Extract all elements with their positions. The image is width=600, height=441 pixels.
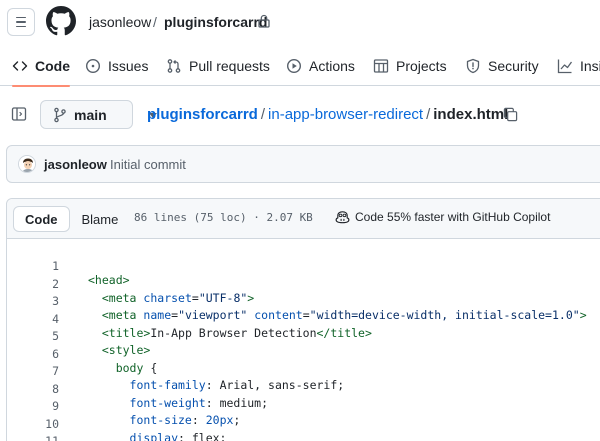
side-panel-icon[interactable] xyxy=(11,106,27,122)
avatar-image-icon xyxy=(19,156,35,172)
breadcrumb-repo-link[interactable]: pluginsforcarrd xyxy=(147,106,258,123)
menu-bar xyxy=(16,21,26,23)
shield-icon xyxy=(466,58,480,74)
file-stats: 86 lines (75 loc) · 2.07 KB xyxy=(134,211,313,224)
issue-icon xyxy=(85,58,101,74)
branch-selector-button[interactable]: main xyxy=(40,100,157,129)
hamburger-menu-button[interactable] xyxy=(7,8,35,36)
menu-bar xyxy=(16,25,26,28)
code-line: 7 font-family: Arial, sans-serif; xyxy=(7,350,600,392)
latest-commit-box: jasonleow Initial commit xyxy=(6,145,600,183)
avatar[interactable] xyxy=(18,155,36,173)
code-icon xyxy=(12,61,28,71)
tab-projects[interactable]: Projects xyxy=(373,46,447,86)
code-line: 11 justify-content: center; xyxy=(7,420,600,441)
code-view-button[interactable]: Code xyxy=(13,206,70,232)
copy-path-icon[interactable] xyxy=(503,107,518,122)
pull-request-icon xyxy=(167,59,181,73)
tab-code[interactable]: Code xyxy=(12,46,70,87)
breadcrumb-separator: / xyxy=(426,106,431,123)
table-icon xyxy=(373,59,389,73)
github-logo-icon[interactable] xyxy=(46,6,76,36)
file-viewer: Code Blame 86 lines (75 loc) · 2.07 KB C… xyxy=(6,198,600,441)
breadcrumb-folder-link[interactable]: in-app-browser-redirect xyxy=(268,106,423,123)
breadcrumb-current-file: index.html xyxy=(433,106,509,123)
copilot-icon xyxy=(335,211,350,224)
graph-icon xyxy=(557,59,573,74)
tab-label: Pull requests xyxy=(189,58,270,74)
tab-issues[interactable]: Issues xyxy=(85,46,148,86)
tab-label: Insi xyxy=(580,58,600,74)
blame-view-button[interactable]: Blame xyxy=(70,206,131,232)
code-line: 8 font-weight: medium; xyxy=(7,368,600,410)
tab-insights[interactable]: Insi xyxy=(557,46,600,86)
copilot-promo-text: Code 55% faster with GitHub Copilot xyxy=(355,210,551,224)
tab-security[interactable]: Security xyxy=(465,46,539,86)
global-header: jasonleow / pluginsforcarrd xyxy=(0,0,600,46)
code-line: 2 <meta charset="UTF-8"> xyxy=(7,263,600,305)
repo-name-link[interactable]: pluginsforcarrd xyxy=(164,14,267,30)
git-branch-icon xyxy=(54,107,66,123)
menu-bar xyxy=(16,16,26,19)
view-mode-toggle: Code Blame xyxy=(13,206,130,232)
commit-author-link[interactable]: jasonleow xyxy=(44,157,107,172)
tab-label: Security xyxy=(488,58,539,74)
code-line: 9 font-size: 20px; xyxy=(7,385,600,427)
tab-label: Issues xyxy=(108,58,149,74)
commit-message-link[interactable]: Initial commit xyxy=(110,157,186,172)
code-line: 5 <style> xyxy=(7,315,600,357)
path-separator: / xyxy=(153,14,157,30)
code-line: 10 display: flex; xyxy=(7,403,600,441)
code-line: 6 body { xyxy=(7,333,600,375)
repo-tab-bar: Code Issues Pull requests Actions Projec… xyxy=(0,46,600,87)
repo-owner-link[interactable]: jasonleow xyxy=(89,14,151,30)
line-number[interactable]: 11 xyxy=(7,434,59,441)
file-header: Code Blame 86 lines (75 loc) · 2.07 KB C… xyxy=(7,199,600,239)
tab-label: Actions xyxy=(309,58,355,74)
breadcrumb-separator: / xyxy=(260,106,266,123)
code-line: 4 <title>In-App Browser Detection</title… xyxy=(7,298,600,340)
code-line: 1 <head> xyxy=(7,245,600,287)
tab-pull-requests[interactable]: Pull requests xyxy=(166,46,270,86)
lock-icon xyxy=(258,14,270,28)
play-icon xyxy=(286,58,302,74)
copilot-promo-link[interactable]: Code 55% faster with GitHub Copilot xyxy=(335,210,550,224)
tab-actions[interactable]: Actions xyxy=(286,46,355,86)
code-line: 3 <meta name="viewport" content="width=d… xyxy=(7,280,600,322)
tab-label: Projects xyxy=(396,58,447,74)
breadcrumb: pluginsforcarrd / in-app-browser-redirect /… xyxy=(147,106,508,123)
tab-label: Code xyxy=(35,58,70,74)
branch-name: main xyxy=(74,107,107,123)
